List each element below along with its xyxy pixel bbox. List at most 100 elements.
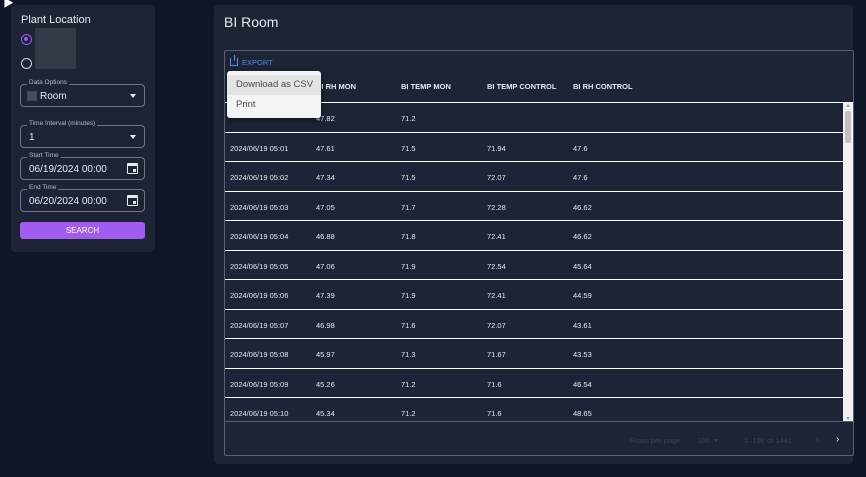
table-cell: 71.8	[401, 232, 416, 241]
column-header[interactable]: BI RH MON	[316, 82, 356, 91]
table-cell: 2024/06/19 05:05	[230, 261, 289, 271]
table-cell: 43.53	[573, 350, 592, 359]
table-cell: 71.9	[401, 261, 416, 271]
table-cell: 71.2	[401, 114, 416, 123]
table-cell: 2024/06/19 05:02	[230, 173, 289, 182]
table-cell: 72.41	[487, 232, 506, 241]
table-cell: 47.39	[316, 291, 335, 300]
table-cell: 71.7	[401, 202, 416, 212]
table-cell: 71.3	[401, 350, 416, 359]
table-cell: 48.65	[573, 409, 592, 418]
search-button[interactable]: SEARCH	[20, 222, 145, 239]
vertical-scrollbar[interactable]	[843, 103, 853, 421]
end-time-value: 06/20/2024 00:00	[29, 196, 107, 207]
filter-panel: Plant Location Data Options Room Time In…	[11, 5, 155, 252]
table-cell: 72.41	[487, 291, 506, 300]
table-cell: 2024/06/19 05:01	[230, 143, 289, 153]
table-cell: 46.88	[316, 232, 335, 241]
table-cell: 72.07	[487, 173, 506, 182]
calendar-icon[interactable]	[127, 163, 138, 174]
table-cell: 71.6	[401, 320, 416, 330]
start-time-value: 06/19/2024 00:00	[29, 164, 107, 175]
table-cell: 46.62	[573, 202, 592, 212]
table-row[interactable]: 2024/06/19 05:09 45.26 71.2 71.6 46.54	[225, 369, 843, 398]
location-radio-2[interactable]	[21, 58, 32, 69]
chevron-down-icon	[130, 135, 136, 139]
column-header[interactable]: BI RH CONTROL	[573, 82, 633, 91]
chevron-down-icon	[714, 439, 718, 442]
table-cell: 2024/06/19 05:04	[230, 232, 289, 241]
next-page-icon[interactable]: ›	[836, 434, 839, 445]
column-header[interactable]: BI TEMP CONTROL	[487, 82, 556, 91]
chevron-down-icon	[130, 94, 136, 98]
page-title: BI Room	[224, 14, 279, 30]
scrollbar-thumb[interactable]	[845, 111, 851, 143]
table-row[interactable]: 2024/06/19 05:01 47.61 71.5 71.94 47.6	[225, 133, 843, 162]
export-menu: Download as CSV Print	[227, 71, 321, 118]
table-cell: 71.6	[487, 409, 502, 418]
column-header[interactable]: BI TEMP MON	[401, 82, 451, 91]
table-cell: 47.6	[573, 173, 588, 182]
rows-per-page-label: Rows per page:	[630, 436, 683, 445]
export-button[interactable]: EXPORT	[230, 55, 273, 68]
table-row[interactable]: 2024/06/19 05:08 45.97 71.3 71.67 43.53	[225, 339, 843, 369]
table-cell: 2024/06/19 05:10	[230, 409, 289, 418]
table-cell: 71.5	[401, 173, 416, 182]
end-time-field[interactable]: End Time 06/20/2024 00:00	[20, 184, 145, 212]
room-swatch-icon	[27, 91, 37, 101]
table-cell: 46.62	[573, 232, 592, 241]
table-cell: 46.54	[573, 379, 592, 389]
table-cell: 45.64	[573, 261, 592, 271]
table-row[interactable]: 2024/06/19 05:05 47.06 71.9 72.54 45.64	[225, 251, 843, 280]
table-cell: 44.59	[573, 291, 592, 300]
table-cell: 72.28	[487, 202, 506, 212]
table-row[interactable]: 2024/06/19 05:07 46.98 71.6 72.07 43.61	[225, 310, 843, 339]
table-row[interactable]: 2024/06/19 05:04 46.88 71.8 72.41 46.62	[225, 221, 843, 251]
table-cell: 71.9	[401, 291, 416, 300]
plant-location-title: Plant Location	[21, 14, 91, 26]
previous-page-icon[interactable]: ‹	[816, 434, 819, 445]
table-cell: 71.6	[487, 379, 502, 389]
time-interval-select[interactable]: Time Interval (minutes) 1	[20, 120, 145, 148]
table-cell: 2024/06/19 05:08	[230, 350, 289, 359]
table-footer: Rows per page: 100 1–100 of 1441 ‹ ›	[225, 421, 853, 455]
data-options-value: Room	[40, 91, 67, 102]
table-row[interactable]: 2024/06/19 05:06 47.39 71.9 72.41 44.59	[225, 280, 843, 310]
end-time-label: End Time	[27, 184, 59, 191]
menu-item-download-csv[interactable]: Download as CSV	[227, 75, 321, 95]
data-options-select[interactable]: Data Options Room	[20, 79, 145, 107]
scroll-up-icon[interactable]	[846, 104, 850, 107]
table-cell: 71.2	[401, 409, 416, 418]
table-cell: 47.34	[316, 173, 335, 182]
table-cell: 47.6	[573, 143, 588, 153]
table-cell: 71.94	[487, 143, 506, 153]
rows-per-page-select[interactable]: 100	[697, 436, 710, 445]
table-cell: 72.54	[487, 261, 506, 271]
table-cell: 43.61	[573, 320, 592, 330]
table-cell: 47.06	[316, 261, 335, 271]
table-cell: 71.2	[401, 379, 416, 389]
table-row[interactable]: 2024/06/19 05:02 47.34 71.5 72.07 47.6	[225, 162, 843, 192]
table-cell: 2024/06/19 05:07	[230, 320, 289, 330]
location-thumbnail[interactable]	[35, 28, 76, 69]
menu-item-print[interactable]: Print	[227, 95, 321, 115]
table-cell: 47.61	[316, 143, 335, 153]
table-row[interactable]: 2024/06/19 05:03 47.05 71.7 72.28 46.62	[225, 192, 843, 221]
start-time-label: Start Time	[27, 152, 61, 159]
table-cell: 46.98	[316, 320, 335, 330]
start-time-field[interactable]: Start Time 06/19/2024 00:00	[20, 152, 145, 180]
calendar-icon[interactable]	[127, 195, 138, 206]
time-interval-value: 1	[29, 132, 35, 143]
table-cell: 71.67	[487, 350, 506, 359]
table-cell: 71.5	[401, 143, 416, 153]
table-cell: 45.97	[316, 350, 335, 359]
download-icon	[230, 55, 238, 66]
table-cell: 2024/06/19 05:03	[230, 202, 289, 212]
location-radio-1[interactable]	[21, 34, 32, 45]
pagination-range: 1–100 of 1441	[744, 436, 792, 445]
table-body: 47.82 71.2 2024/06/19 05:01 47.61 71.5 71.94 4…	[225, 103, 843, 421]
data-options-label: Data Options	[27, 79, 69, 86]
scroll-down-icon[interactable]	[846, 417, 850, 420]
table-cell: 45.34	[316, 409, 335, 418]
table-row[interactable]: 2024/06/19 05:10 45.34 71.2 71.6 48.65	[225, 398, 843, 421]
